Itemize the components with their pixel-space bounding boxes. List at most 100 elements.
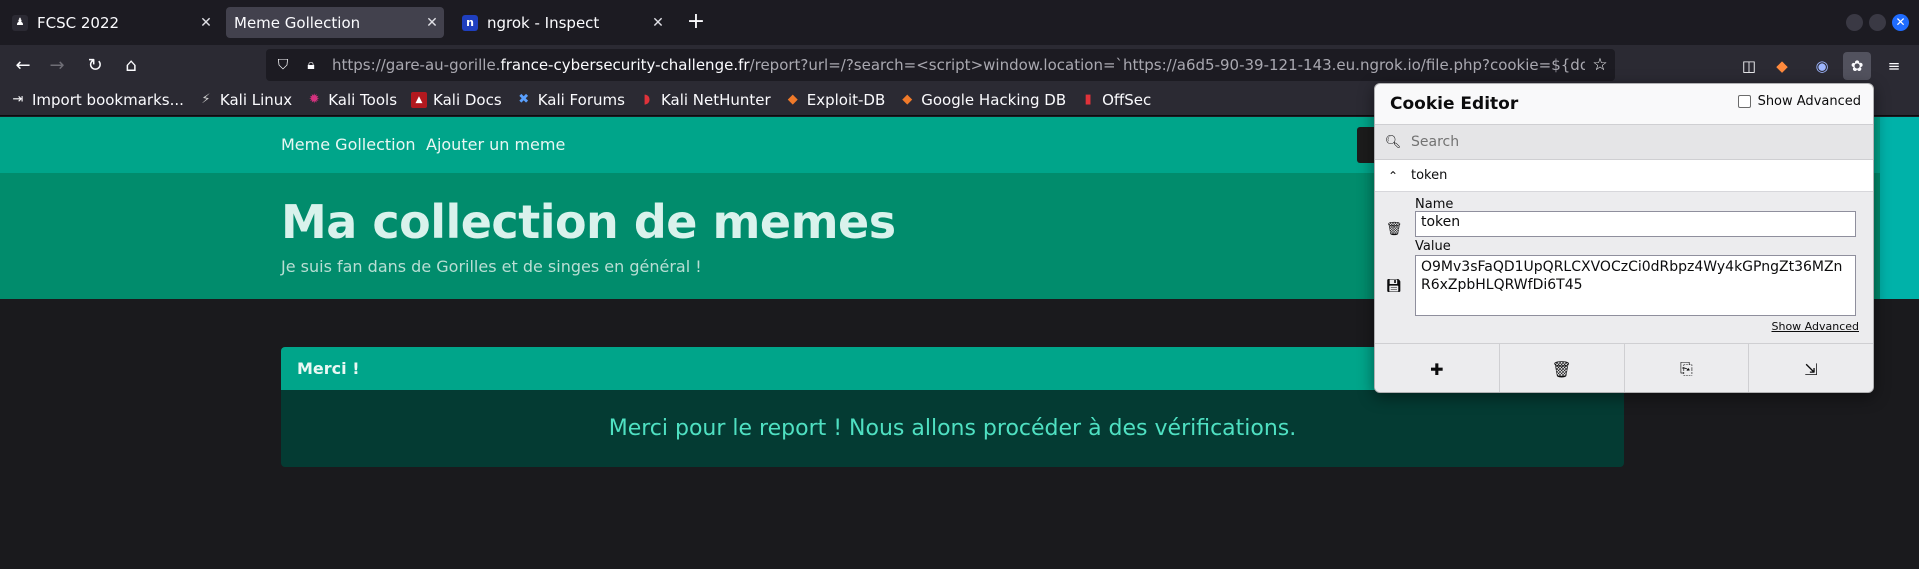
url-path: /report?url=/?search=<script>window.loca… [749, 56, 1585, 74]
tab-title: FCSC 2022 [37, 13, 120, 32]
import-button[interactable]: ⎘ [1625, 344, 1750, 392]
navigation-toolbar: ← → ↻ ⌂ ⛉ 🔒︎ https://gare-au-gorille.fra… [0, 45, 1919, 85]
tab-title: ngrok - Inspect [487, 13, 600, 32]
url-host: france-cybersecurity-challenge.fr [500, 56, 750, 74]
nav-link-add-meme[interactable]: Ajouter un meme [426, 135, 565, 154]
tab-ngrok[interactable]: n ngrok - Inspect ✕ [452, 7, 670, 38]
export-button[interactable]: ⇲ [1749, 344, 1873, 392]
bookmark-offsec[interactable]: ▮ OffSec [1080, 91, 1152, 109]
bookmark-label: Kali Tools [328, 91, 398, 109]
bookmark-exploit-db[interactable]: ◆ Exploit-DB [785, 91, 886, 109]
bookmark-kali-tools[interactable]: ✹ Kali Tools [306, 91, 397, 109]
bookmark-star-icon[interactable]: ☆ [1585, 55, 1615, 75]
close-tab-icon[interactable]: ✕ [420, 15, 444, 31]
fox-icon: ◆ [1776, 57, 1788, 75]
screen: ♟ FCSC 2022 ✕ Meme Gollection ✕ n ngrok … [0, 0, 1919, 569]
bookmark-kali-nethunter[interactable]: ◗ Kali NetHunter [639, 91, 771, 109]
url-bar[interactable]: ⛉ 🔒︎ https://gare-au-gorille.france-cybe… [266, 49, 1615, 81]
nav-link-home[interactable]: Meme Gollection [281, 135, 416, 154]
cookie-list-item[interactable]: ⌃ token [1375, 160, 1873, 192]
bookmark-label: Import bookmarks... [32, 91, 184, 109]
cookie-value-field[interactable]: O9Mv3sFaQD1UpQRLCXVOCzCi0dRbpz4Wy4kGPngZ… [1415, 255, 1856, 316]
ghdb-icon: ◆ [902, 92, 913, 107]
card-message: Merci pour le report ! Nous allons procé… [281, 390, 1624, 467]
back-arrow-icon: ← [15, 55, 31, 76]
bookmark-label: Kali Forums [537, 91, 625, 109]
reload-icon: ↻ [87, 55, 103, 76]
kali-docs-icon: ▲ [411, 92, 428, 108]
reload-button[interactable]: ↻ [82, 53, 108, 79]
show-advanced-label: Show Advanced [1757, 94, 1861, 109]
url-prefix: https://gare-au-gorille. [332, 56, 501, 74]
offsec-icon: ▮ [1084, 92, 1092, 107]
close-window-button[interactable]: ✕ [1892, 14, 1909, 31]
chevron-up-icon[interactable]: ⌃ [1375, 169, 1411, 183]
tab-meme-gollection[interactable]: Meme Gollection ✕ [226, 7, 444, 38]
close-tab-icon[interactable]: ✕ [646, 15, 670, 31]
import-icon: ⎘ [1679, 359, 1693, 378]
tab-title: Meme Gollection [234, 13, 361, 32]
cookie-icon: ✿ [1850, 57, 1864, 75]
bookmark-kali-linux[interactable]: ⚡ Kali Linux [198, 91, 292, 109]
bookmark-label: Kali Docs [433, 91, 502, 109]
bookmark-import[interactable]: ⇥ Import bookmarks... [10, 91, 184, 109]
delete-all-button[interactable]: 🗑︎ [1500, 344, 1625, 392]
show-advanced-checkbox[interactable] [1737, 95, 1751, 108]
bookmark-label: Google Hacking DB [921, 91, 1067, 109]
foxyproxy-button[interactable]: ◆ [1768, 52, 1796, 80]
name-label: Name [1415, 197, 1454, 212]
back-button[interactable]: ← [10, 53, 36, 79]
app-menu-button[interactable]: ≡ [1880, 52, 1908, 80]
search-input[interactable]: Search [1411, 134, 1459, 150]
show-advanced-toggle[interactable]: Show Advanced [1737, 94, 1861, 109]
mask-icon: ◉ [1815, 57, 1829, 75]
hero-right-edge [1880, 117, 1919, 299]
page-title: Ma collection de memes [281, 195, 896, 249]
kali-dragon-icon: ⚡ [201, 92, 211, 107]
extension-button[interactable]: ◉ [1808, 52, 1836, 80]
kali-tools-icon: ✹ [308, 92, 320, 107]
exploitdb-icon: ◆ [787, 92, 798, 107]
cookie-search-bar[interactable]: 🔍︎ Search [1375, 124, 1873, 160]
bookmark-google-hacking-db[interactable]: ◆ Google Hacking DB [899, 91, 1066, 109]
cookie-name-header: token [1411, 168, 1448, 183]
bookmark-kali-docs[interactable]: ▲ Kali Docs [411, 91, 502, 109]
bookmark-kali-forums[interactable]: ✖ Kali Forums [516, 91, 625, 109]
cookie-name-field[interactable]: token [1415, 211, 1856, 237]
save-icon[interactable]: 💾︎ [1385, 279, 1403, 294]
home-button[interactable]: ⌂ [118, 53, 144, 79]
lock-icon[interactable]: 🔒︎ [300, 57, 322, 73]
new-tab-button[interactable]: + [682, 8, 710, 36]
trash-icon[interactable]: 🗑︎ [1385, 222, 1403, 237]
tracking-shield-icon[interactable]: ⛉ [272, 57, 294, 73]
home-icon: ⌂ [125, 55, 137, 76]
plus-icon: + [686, 9, 706, 34]
delete-all-icon: 🗑︎ [1551, 359, 1572, 379]
import-icon: ⇥ [12, 92, 24, 107]
search-icon: 🔍︎ [1384, 134, 1402, 150]
forward-arrow-icon: → [49, 55, 65, 76]
url-text[interactable]: https://gare-au-gorille.france-cybersecu… [332, 56, 1585, 74]
cookie-editor-button[interactable]: ✿ [1843, 52, 1871, 80]
bookmark-label: Kali Linux [219, 91, 293, 109]
hamburger-menu-icon: ≡ [1887, 57, 1901, 75]
ngrok-favicon-icon: n [462, 14, 478, 31]
page-subtitle: Je suis fan dans de Gorilles et de singe… [281, 257, 702, 276]
forward-button[interactable]: → [44, 53, 70, 79]
popup-title: Cookie Editor [1390, 94, 1519, 114]
nethunter-icon: ◗ [643, 92, 651, 107]
maximize-window-button[interactable] [1869, 14, 1886, 31]
tab-fcsc[interactable]: ♟ FCSC 2022 ✕ [2, 7, 218, 38]
bookmark-label: Kali NetHunter [660, 91, 771, 109]
pocket-icon: ◫ [1741, 57, 1757, 75]
pocket-button[interactable]: ◫ [1735, 52, 1763, 80]
minimize-window-button[interactable] [1846, 14, 1863, 31]
cookie-editor-popup: Cookie Editor Show Advanced 🔍︎ Search ⌃ … [1374, 83, 1874, 393]
kali-forums-icon: ✖ [518, 92, 530, 107]
bookmark-label: Exploit-DB [806, 91, 886, 109]
value-label: Value [1415, 239, 1451, 254]
show-advanced-link[interactable]: Show Advanced [1771, 320, 1859, 333]
cookie-details: 🗑︎ 💾︎ Name token Value O9Mv3sFaQD1UpQRLC… [1375, 192, 1873, 343]
add-cookie-button[interactable]: ✚ [1375, 344, 1500, 392]
close-tab-icon[interactable]: ✕ [194, 15, 218, 31]
